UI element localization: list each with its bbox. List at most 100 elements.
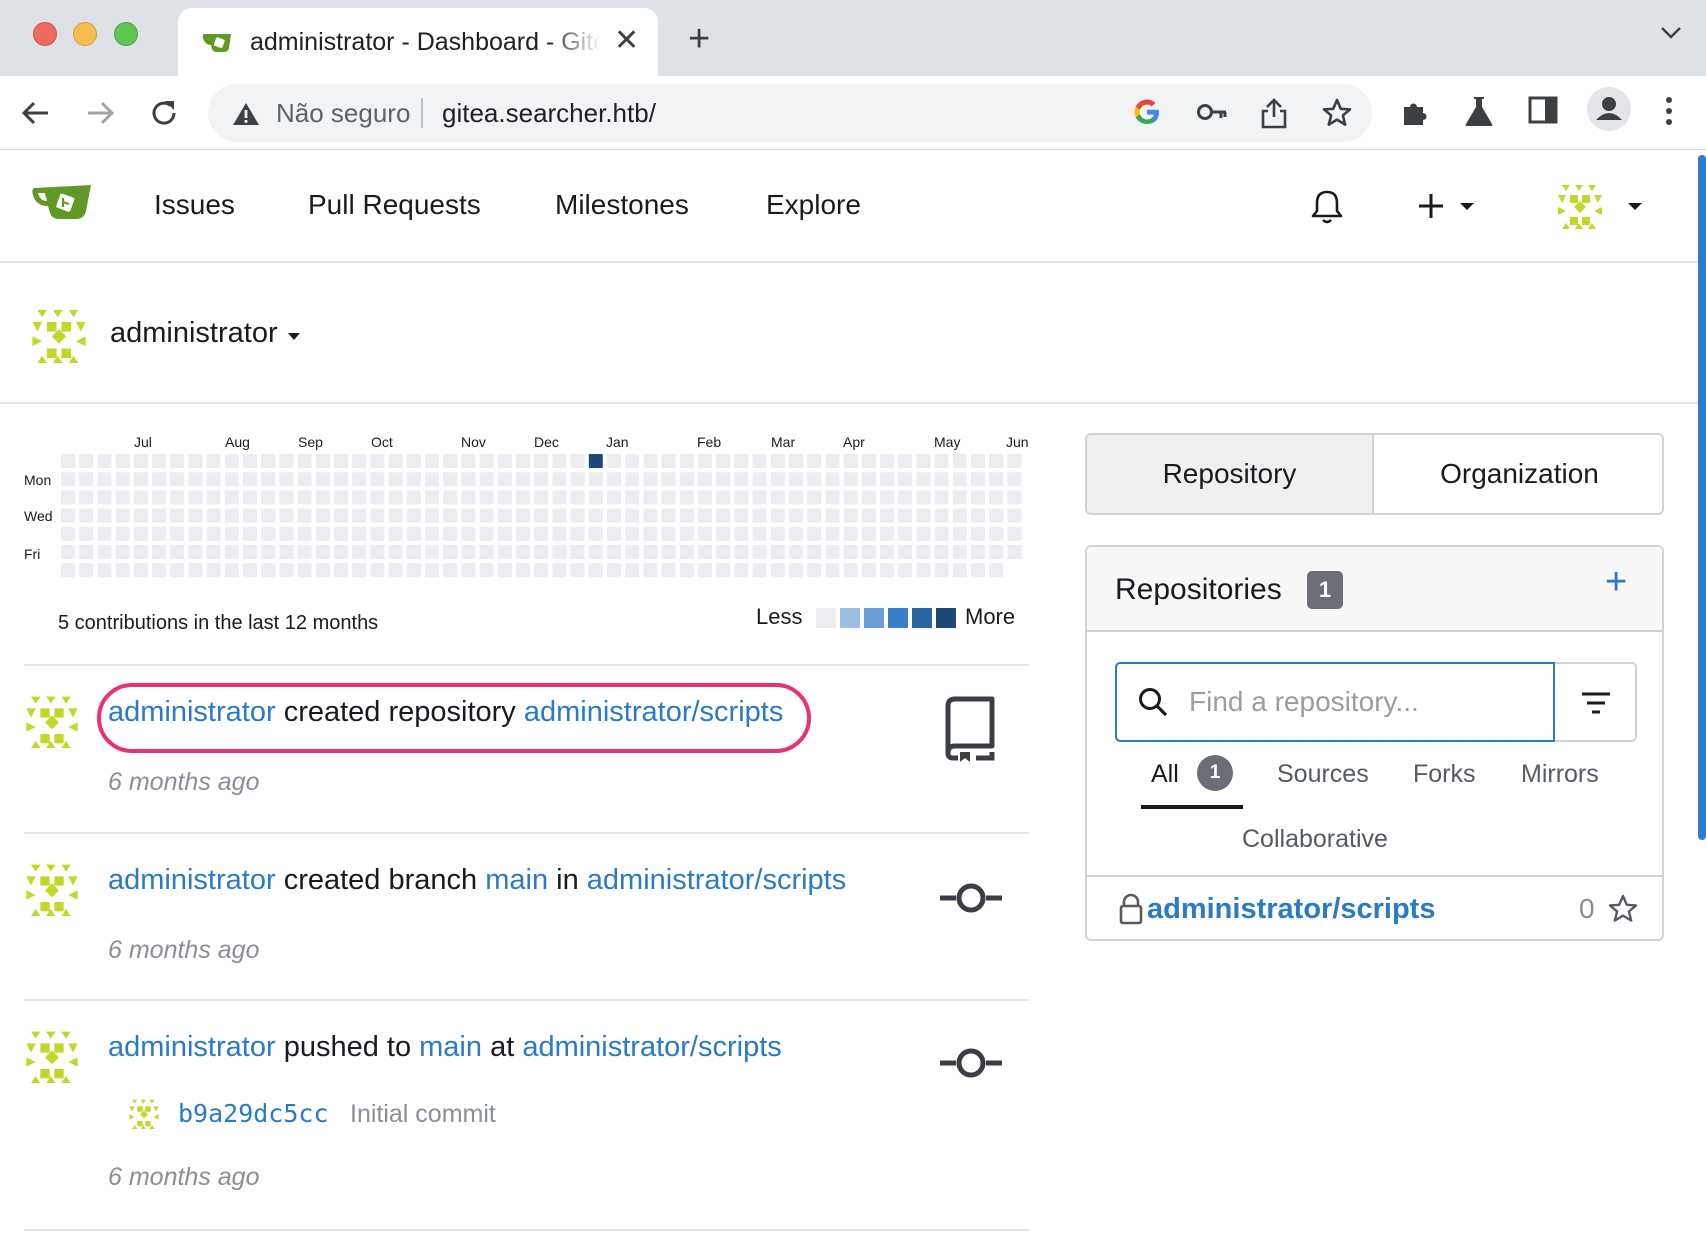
heatmap-cell[interactable]	[1007, 508, 1022, 523]
heatmap-cell[interactable]	[315, 545, 330, 559]
user-avatar-menu[interactable]	[1556, 181, 1642, 238]
nav-explore[interactable]: Explore	[766, 189, 861, 221]
heatmap-cell[interactable]	[916, 526, 931, 541]
repo-search-input[interactable]	[1189, 676, 1539, 728]
heatmap-cell[interactable]	[952, 472, 967, 487]
heatmap-cell[interactable]	[716, 563, 731, 578]
heatmap-cell[interactable]	[552, 526, 567, 541]
heatmap-cell[interactable]	[206, 472, 221, 487]
heatmap-cell[interactable]	[679, 490, 694, 505]
heatmap-cell[interactable]	[898, 472, 913, 487]
heatmap-cell[interactable]	[425, 563, 439, 578]
heatmap-cell[interactable]	[170, 472, 185, 487]
heatmap-cell[interactable]	[570, 490, 585, 505]
heatmap-cell[interactable]	[880, 526, 894, 541]
actor-link[interactable]: administrator	[108, 864, 276, 896]
heatmap-cell[interactable]	[479, 490, 494, 505]
heatmap-cell[interactable]	[1007, 490, 1022, 505]
repo-name-link[interactable]: administrator/scripts	[1147, 893, 1435, 926]
heatmap-cell[interactable]	[952, 508, 967, 523]
heatmap-cell[interactable]	[770, 454, 785, 468]
heatmap-cell[interactable]	[625, 454, 640, 468]
heatmap-cell[interactable]	[752, 545, 767, 559]
heatmap-cell[interactable]	[898, 545, 913, 559]
heatmap-cell[interactable]	[971, 472, 985, 487]
heatmap-cell[interactable]	[61, 563, 75, 578]
heatmap-cell[interactable]	[1007, 454, 1022, 468]
heatmap-cell[interactable]	[661, 490, 676, 505]
heatmap-cell[interactable]	[625, 563, 640, 578]
heatmap-cell[interactable]	[770, 563, 785, 578]
heatmap-cell[interactable]	[79, 545, 94, 559]
repo-list-item[interactable]: administrator/scripts 0	[1087, 875, 1662, 939]
heatmap-cell[interactable]	[843, 508, 858, 523]
heatmap-cell[interactable]	[479, 454, 494, 468]
heatmap-cell[interactable]	[352, 508, 367, 523]
heatmap-cell[interactable]	[133, 490, 148, 505]
heatmap-cell[interactable]	[989, 508, 1004, 523]
heatmap-cell[interactable]	[1007, 545, 1022, 559]
heatmap-cell[interactable]	[479, 526, 494, 541]
heatmap-cell[interactable]	[315, 454, 330, 468]
heatmap-cell[interactable]	[807, 526, 822, 541]
heatmap-cell[interactable]	[443, 526, 458, 541]
heatmap-cell[interactable]	[461, 490, 476, 505]
heatmap-cell[interactable]	[279, 563, 294, 578]
heatmap-cell[interactable]	[734, 472, 749, 487]
heatmap-cell[interactable]	[406, 545, 421, 559]
heatmap-cell[interactable]	[861, 454, 876, 468]
heatmap-cell[interactable]	[388, 508, 403, 523]
heatmap-cell[interactable]	[698, 526, 712, 541]
new-repository-button[interactable]: +	[1605, 561, 1627, 604]
heatmap-cell[interactable]	[789, 472, 803, 487]
page-scrollbar[interactable]	[1698, 155, 1706, 840]
heatmap-cell[interactable]	[443, 472, 458, 487]
warning-icon[interactable]	[232, 102, 260, 131]
heatmap-cell[interactable]	[297, 526, 312, 541]
labs-flask-icon[interactable]	[1464, 95, 1494, 132]
heatmap-cell[interactable]	[334, 508, 348, 523]
heatmap-cell[interactable]	[352, 563, 367, 578]
heatmap-cell[interactable]	[461, 563, 476, 578]
heatmap-cell[interactable]	[1007, 526, 1022, 541]
heatmap-cell[interactable]	[825, 526, 840, 541]
heatmap-cell[interactable]	[843, 490, 858, 505]
heatmap-cell[interactable]	[552, 454, 567, 468]
heatmap-cell[interactable]	[152, 563, 166, 578]
heatmap-cell[interactable]	[406, 526, 421, 541]
heatmap-cell[interactable]	[443, 563, 458, 578]
feed-user-avatar[interactable]	[24, 860, 80, 921]
heatmap-cell[interactable]	[934, 526, 949, 541]
heatmap-cell[interactable]	[297, 472, 312, 487]
heatmap-cell[interactable]	[388, 563, 403, 578]
heatmap-cell[interactable]	[861, 472, 876, 487]
heatmap-cell[interactable]	[352, 526, 367, 541]
heatmap-cell[interactable]	[625, 472, 640, 487]
context-dropdown-caret-icon[interactable]	[288, 333, 300, 340]
heatmap-cell[interactable]	[898, 454, 913, 468]
heatmap-cell[interactable]	[224, 472, 239, 487]
heatmap-cell[interactable]	[843, 454, 858, 468]
heatmap-cell[interactable]	[297, 508, 312, 523]
heatmap-cell[interactable]	[643, 454, 658, 468]
repo-search-box[interactable]	[1115, 662, 1555, 742]
heatmap-cell[interactable]	[588, 454, 603, 468]
notifications-bell-icon[interactable]	[1310, 189, 1344, 230]
heatmap-cell[interactable]	[206, 454, 221, 468]
heatmap-cell[interactable]	[898, 490, 913, 505]
heatmap-cell[interactable]	[534, 526, 549, 541]
heatmap-cell[interactable]	[61, 490, 75, 505]
heatmap-cell[interactable]	[825, 563, 840, 578]
heatmap-cell[interactable]	[170, 526, 185, 541]
heatmap-cell[interactable]	[807, 508, 822, 523]
context-switcher[interactable]: administrator	[110, 317, 278, 350]
heatmap-cell[interactable]	[425, 454, 439, 468]
heatmap-cell[interactable]	[952, 545, 967, 559]
heatmap-cell[interactable]	[406, 472, 421, 487]
heatmap-cell[interactable]	[388, 472, 403, 487]
heatmap-cell[interactable]	[497, 454, 512, 468]
close-tab-icon[interactable]: ✕	[614, 26, 639, 56]
heatmap-cell[interactable]	[570, 508, 585, 523]
heatmap-cell[interactable]	[643, 472, 658, 487]
heatmap-cell[interactable]	[807, 454, 822, 468]
